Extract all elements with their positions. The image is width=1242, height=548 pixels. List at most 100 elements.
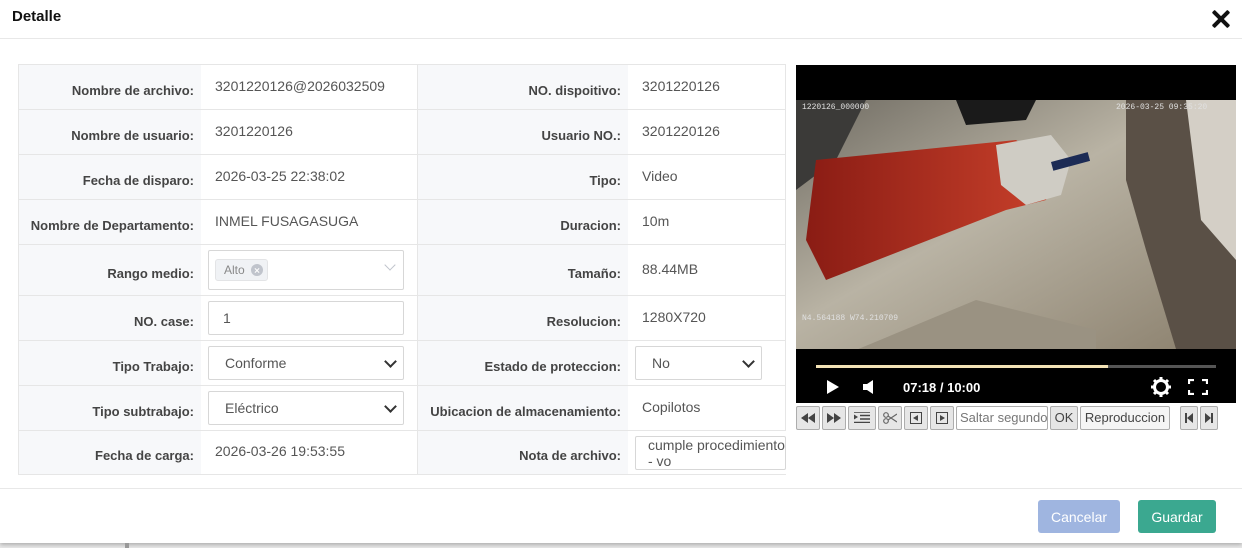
tipo-trabajo-select[interactable]: Conforme (208, 346, 404, 380)
label-departamento: Nombre de Departamento: (19, 200, 201, 244)
detail-dialog: Detalle Nombre de archivo: 3201220126@20… (0, 0, 1242, 543)
play-icon[interactable] (826, 379, 840, 395)
estado-proteccion-select[interactable]: No (635, 346, 762, 380)
value-fecha-disparo: 2026-03-25 22:38:02 (201, 155, 418, 199)
tipo-subtrabajo-select[interactable]: Eléctrico (208, 391, 404, 425)
value-tipo: Video (628, 155, 786, 199)
chevron-down-icon (384, 260, 396, 272)
rewind-icon[interactable] (796, 405, 820, 430)
table-row: Nombre de Departamento: INMEL FUSAGASUGA… (19, 200, 786, 245)
chevron-down-icon (384, 401, 396, 413)
label-fecha-disparo: Fecha de disparo: (19, 155, 201, 199)
progress-bar[interactable] (816, 365, 1216, 368)
value-nombre-usuario: 3201220126 (201, 110, 418, 154)
no-case-input[interactable]: 1 (208, 301, 404, 335)
resolucion-text: 1280X720 (642, 308, 706, 325)
no-dispositivo-text: 3201220126 (642, 77, 720, 94)
video-frame-image: 1220126_000000 2026-03-25 09:35:20 N4.56… (796, 100, 1236, 349)
video-frame[interactable]: 1220126_000000 2026-03-25 09:35:20 N4.56… (796, 100, 1236, 349)
playback-button[interactable]: Reproduccion (1080, 405, 1170, 430)
value-duracion: 10m (628, 200, 786, 244)
rango-medio-select[interactable]: Alto (208, 250, 404, 290)
video-controls: 07:18 / 10:00 (796, 349, 1236, 403)
value-nota-archivo: cumple procedimiento - vo (628, 431, 786, 474)
detail-table: Nombre de archivo: 3201220126@2026032509… (18, 64, 786, 475)
value-estado-proteccion: No (628, 341, 786, 385)
frame-forward-icon[interactable] (930, 405, 954, 430)
skip-start-icon[interactable] (1180, 405, 1198, 430)
volume-icon[interactable] (862, 379, 876, 395)
list-icon[interactable] (848, 405, 876, 430)
progress-fill (816, 365, 1108, 368)
tipo-trabajo-selected: Conforme (225, 355, 287, 371)
fullscreen-icon[interactable] (1188, 379, 1208, 395)
skip-end-icon[interactable] (1200, 405, 1218, 430)
tipo-text: Video (642, 167, 678, 184)
chevron-down-icon (742, 356, 754, 368)
label-resolucion: Resolucion: (418, 296, 628, 340)
label-tipo-subtrabajo: Tipo subtrabajo: (19, 386, 201, 430)
overlay-id-text: 1220126_000000 (802, 103, 869, 112)
value-usuario-no: 3201220126 (628, 110, 786, 154)
chevron-down-icon (384, 356, 396, 368)
cancel-button[interactable]: Cancelar (1038, 500, 1120, 533)
value-no-case: 1 (201, 296, 418, 340)
departamento-text: INMEL FUSAGASUGA (215, 212, 359, 229)
label-tamano: Tamaño: (418, 245, 628, 295)
close-icon[interactable] (1206, 4, 1236, 34)
value-departamento: INMEL FUSAGASUGA (201, 200, 418, 244)
label-nota-archivo: Nota de archivo: (418, 431, 628, 474)
dialog-title: Detalle (12, 8, 62, 25)
value-nombre-archivo: 3201220126@2026032509 (201, 65, 418, 109)
gear-icon[interactable] (1151, 377, 1171, 397)
overlay-time-text: 2026-03-25 09:35:20 (1116, 103, 1207, 112)
player-toolbar: Saltar segundo OK Reproduccion (796, 403, 1236, 432)
video-player: 1220126_000000 2026-03-25 09:35:20 N4.56… (796, 65, 1236, 432)
table-row: Fecha de carga: 2026-03-26 19:53:55 Nota… (19, 431, 786, 475)
label-tipo-trabajo: Tipo Trabajo: (19, 341, 201, 385)
nombre-archivo-text: 3201220126@2026032509 (215, 77, 385, 94)
save-button[interactable]: Guardar (1138, 500, 1216, 533)
ok-button[interactable]: OK (1050, 405, 1078, 430)
time-display: 07:18 / 10:00 (903, 380, 981, 395)
fecha-disparo-text: 2026-03-25 22:38:02 (215, 167, 345, 184)
label-rango-medio: Rango medio: (19, 245, 201, 295)
label-usuario-no: Usuario NO.: (418, 110, 628, 154)
value-tipo-trabajo: Conforme (201, 341, 418, 385)
skip-seconds-placeholder: Saltar segundo (960, 410, 1048, 425)
background-scrollbar (125, 543, 129, 548)
duracion-text: 10m (642, 212, 670, 229)
dialog-footer: Cancelar Guardar (0, 488, 1242, 543)
nombre-usuario-text: 3201220126 (215, 122, 293, 139)
tag-close-icon[interactable] (250, 264, 263, 276)
rango-medio-tag-label: Alto (224, 263, 245, 277)
table-row: Nombre de archivo: 3201220126@2026032509… (19, 65, 786, 110)
nota-archivo-input[interactable]: cumple procedimiento - vo (635, 435, 786, 470)
table-row: Tipo Trabajo: Conforme Estado de protecc… (19, 341, 786, 386)
scissors-icon[interactable] (878, 405, 902, 430)
value-ubicacion: Copilotos (628, 386, 786, 430)
label-tipo: Tipo: (418, 155, 628, 199)
frame-back-icon[interactable] (904, 405, 928, 430)
table-row: Tipo subtrabajo: Eléctrico Ubicacion de … (19, 386, 786, 431)
label-nombre-archivo: Nombre de archivo: (19, 65, 201, 109)
label-nombre-usuario: Nombre de usuario: (19, 110, 201, 154)
nota-archivo-value: cumple procedimiento - vo (648, 436, 785, 469)
tipo-subtrabajo-selected: Eléctrico (225, 400, 279, 416)
label-ubicacion: Ubicacion de almacenamiento: (418, 386, 628, 430)
no-case-value: 1 (223, 310, 231, 326)
fecha-carga-text: 2026-03-26 19:53:55 (215, 443, 345, 459)
tamano-text: 88.44MB (642, 260, 699, 277)
overlay-gps-text: N4.564188 W74.210709 (802, 314, 898, 323)
value-rango-medio: Alto (201, 245, 418, 295)
skip-seconds-input[interactable]: Saltar segundo (956, 405, 1048, 430)
table-row: NO. case: 1 Resolucion: 1280X720 (19, 296, 786, 341)
table-row: Rango medio: Alto Tamaño: 88.44MB (19, 245, 786, 296)
table-row: Fecha de disparo: 2026-03-25 22:38:02 Ti… (19, 155, 786, 200)
table-row: Nombre de usuario: 3201220126 Usuario NO… (19, 110, 786, 155)
value-no-dispositivo: 3201220126 (628, 65, 786, 109)
value-tamano: 88.44MB (628, 245, 786, 295)
fast-forward-icon[interactable] (822, 405, 846, 430)
label-no-dispositivo: NO. dispoitivo: (418, 65, 628, 109)
label-duracion: Duracion: (418, 200, 628, 244)
